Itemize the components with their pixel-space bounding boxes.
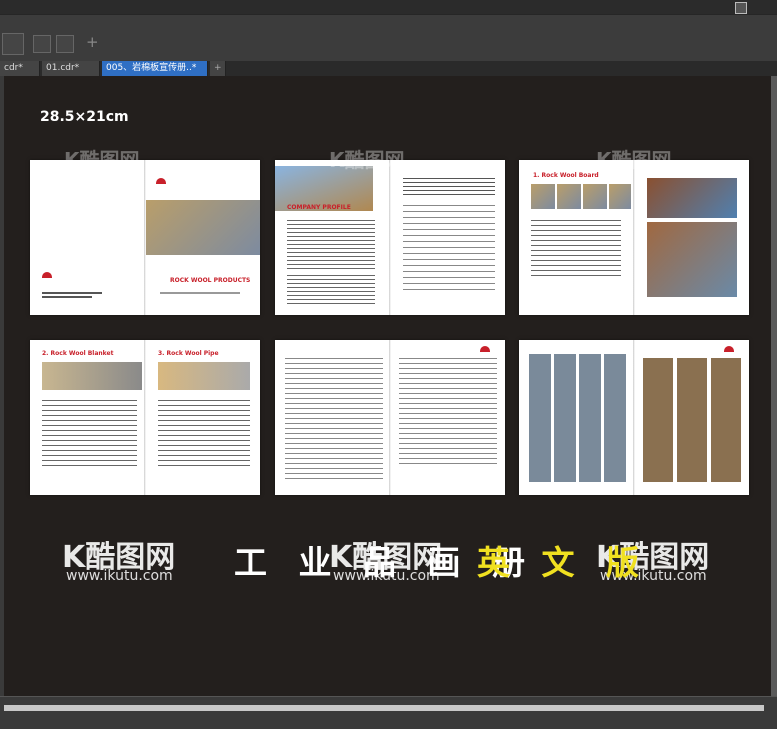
brochure-spread-profile[interactable]: COMPANY PROFILE (275, 160, 505, 315)
tab-doc-1[interactable]: cdr* (0, 61, 40, 76)
photo-grid (643, 358, 741, 482)
brand-logo-icon (480, 346, 490, 352)
spec-table (399, 358, 497, 468)
product-photo (158, 362, 250, 390)
frame-select-icon[interactable] (33, 35, 51, 53)
title-bar (0, 0, 777, 14)
factory-photo (146, 200, 260, 255)
property-toolbar: + (0, 14, 777, 62)
profile-title: COMPANY PROFILE (287, 204, 351, 211)
fold-line (389, 340, 391, 495)
photo-grid (529, 354, 629, 482)
spec-table (285, 358, 383, 483)
transform-icon[interactable] (56, 35, 74, 53)
fold-line (633, 340, 635, 495)
product-photo (583, 184, 607, 209)
paragraph-block (287, 220, 375, 270)
horizontal-scrollbar-area (0, 696, 777, 729)
site-photo (647, 178, 737, 218)
site-photo (647, 222, 737, 297)
horizontal-scrollbar[interactable] (4, 705, 764, 711)
text-line (42, 292, 102, 294)
fold-line (633, 160, 635, 315)
product-photo (557, 184, 581, 209)
spec-table (403, 205, 495, 290)
product-photo (42, 362, 142, 390)
brand-logo-icon (42, 272, 52, 278)
watermark-url: www.ikutu.com (66, 568, 173, 584)
fold-line (389, 160, 391, 315)
drawing-canvas[interactable]: 28.5×21cm ROCK WOOL PRODUCTS COMPANY PRO… (4, 76, 771, 696)
vertical-scrollbar[interactable] (771, 76, 777, 696)
document-tabs: cdr* 01.cdr* 005、岩棉板宣传册..* + (0, 61, 777, 76)
add-icon[interactable]: + (86, 33, 99, 51)
product-photo (609, 184, 631, 209)
text-line (42, 296, 92, 298)
paragraph-block (158, 400, 250, 470)
fold-line (144, 340, 146, 495)
product-photo (531, 184, 555, 209)
tab-doc-active[interactable]: 005、岩棉板宣传册..* (102, 61, 208, 76)
paragraph-block (287, 275, 375, 305)
brochure-spread-board[interactable]: 1. Rock Wool Board (519, 160, 749, 315)
brand-logo-icon (724, 346, 734, 352)
section-heading: 1. Rock Wool Board (533, 172, 599, 179)
section-heading: 2. Rock Wool Blanket (42, 350, 114, 357)
watermark-logo: K酷图网 (64, 148, 140, 172)
watermark-logo: K酷图网 (596, 148, 672, 172)
paragraph-block (531, 220, 621, 280)
brochure-spread-cover[interactable]: ROCK WOOL PRODUCTS (30, 160, 260, 315)
section-heading: 3. Rock Wool Pipe (158, 350, 219, 357)
paragraph-block (403, 178, 495, 198)
tab-doc-2[interactable]: 01.cdr* (42, 61, 100, 76)
cover-title: ROCK WOOL PRODUCTS (170, 277, 251, 284)
brand-logo-icon (156, 178, 166, 184)
window-icon[interactable] (735, 2, 747, 14)
new-tab-button[interactable]: + (210, 61, 226, 76)
brochure-spread-gallery[interactable] (519, 340, 749, 495)
spinner-control[interactable] (2, 33, 24, 55)
brochure-spread-blanket-pipe[interactable]: 2. Rock Wool Blanket 3. Rock Wool Pipe (30, 340, 260, 495)
size-label: 28.5×21cm (40, 109, 129, 125)
brochure-spread-tables[interactable] (275, 340, 505, 495)
text-line (160, 292, 240, 294)
watermark-logo: K酷图网 (329, 148, 405, 172)
paragraph-block (42, 400, 137, 470)
canvas-subtitle: 英 文 版 (477, 543, 649, 582)
